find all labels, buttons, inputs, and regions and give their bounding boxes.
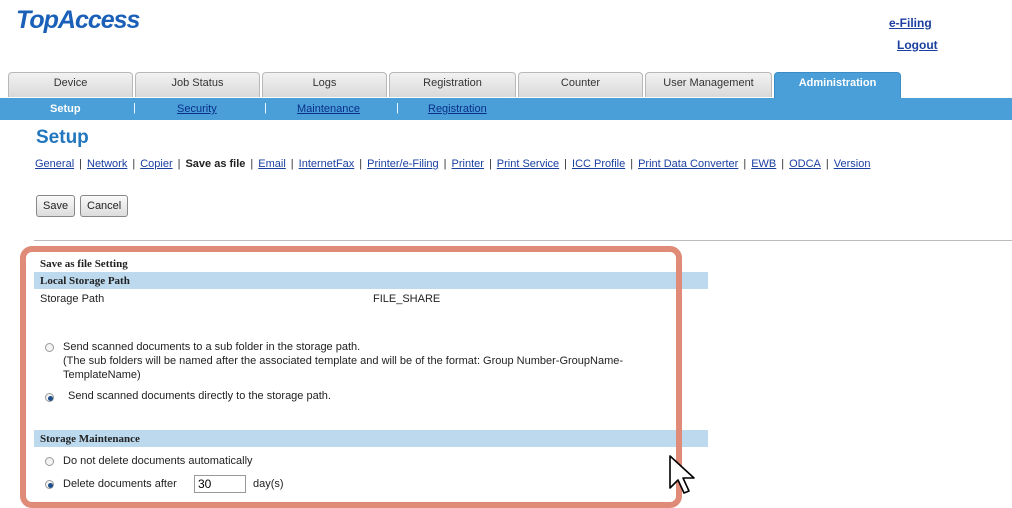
subnav-setup[interactable]: Setup bbox=[50, 103, 81, 115]
subnav-security[interactable]: Security bbox=[177, 103, 217, 115]
page-title: Setup bbox=[36, 127, 89, 148]
sublink-print-data-converter[interactable]: Print Data Converter bbox=[638, 158, 738, 170]
tab-user-management[interactable]: User Management bbox=[645, 72, 772, 97]
efiling-link[interactable]: e-Filing bbox=[889, 16, 932, 30]
tab-logs[interactable]: Logs bbox=[262, 72, 387, 97]
logout-link[interactable]: Logout bbox=[897, 38, 938, 52]
sublink-network[interactable]: Network bbox=[87, 158, 127, 170]
sublink-odca[interactable]: ODCA bbox=[789, 158, 821, 170]
sublink-save-as-file: Save as file bbox=[185, 158, 246, 170]
subnav-maintenance[interactable]: Maintenance bbox=[297, 103, 360, 115]
tab-administration[interactable]: Administration bbox=[774, 72, 901, 98]
subnav-separator: | bbox=[133, 102, 136, 114]
tab-job-status[interactable]: Job Status bbox=[135, 72, 260, 97]
sublink-general[interactable]: General bbox=[35, 158, 74, 170]
sub-navigation-bar bbox=[0, 98, 1012, 120]
cancel-button[interactable]: Cancel bbox=[80, 195, 129, 217]
subnav-separator: | bbox=[264, 102, 267, 114]
sublink-email[interactable]: Email bbox=[258, 158, 286, 170]
sublink-ewb[interactable]: EWB bbox=[751, 158, 776, 170]
divider bbox=[34, 240, 1012, 241]
subnav-separator: | bbox=[396, 102, 399, 114]
tab-counter[interactable]: Counter bbox=[518, 72, 643, 97]
subnav-registration[interactable]: Registration bbox=[428, 103, 487, 115]
topaccess-logo: TopAccess bbox=[16, 6, 140, 34]
sublink-copier[interactable]: Copier bbox=[140, 158, 172, 170]
sublink-internetfax[interactable]: InternetFax bbox=[299, 158, 355, 170]
setup-sublinks: General | Network | Copier | Save as file | Emai… bbox=[35, 158, 871, 170]
save-button[interactable]: Save bbox=[36, 195, 76, 217]
sublink-print-service[interactable]: Print Service bbox=[497, 158, 559, 170]
mouse-cursor-icon bbox=[669, 455, 695, 494]
tab-registration[interactable]: Registration bbox=[389, 72, 516, 97]
highlight-frame bbox=[20, 246, 682, 508]
sublink-version[interactable]: Version bbox=[834, 158, 871, 170]
sublink-printer-efiling[interactable]: Printer/e-Filing bbox=[367, 158, 439, 170]
tab-device[interactable]: Device bbox=[8, 72, 133, 97]
sublink-icc-profile[interactable]: ICC Profile bbox=[572, 158, 625, 170]
sublink-printer[interactable]: Printer bbox=[452, 158, 484, 170]
